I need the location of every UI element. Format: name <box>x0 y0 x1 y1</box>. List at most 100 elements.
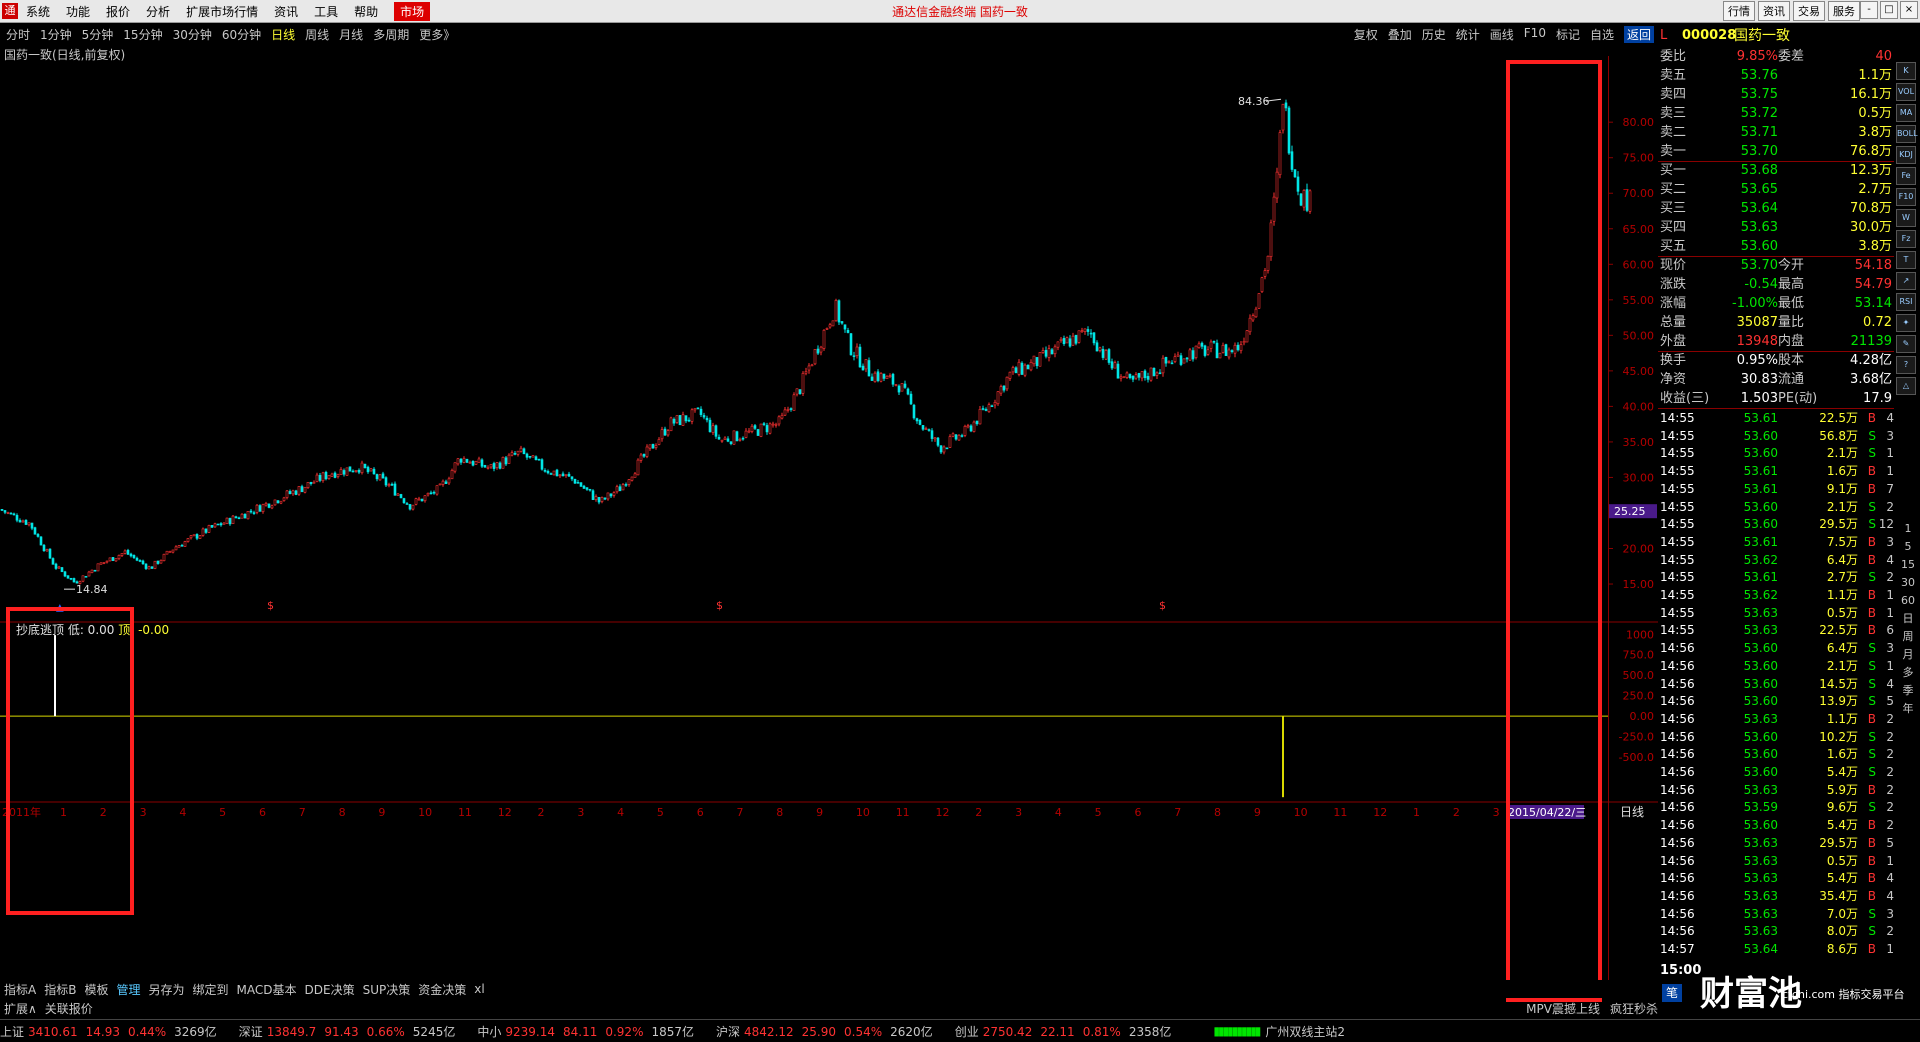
period-tab-2[interactable]: 5分钟 <box>82 26 114 43</box>
menu-8[interactable]: 市场 <box>394 1 431 21</box>
indicator-tab-5[interactable]: 绑定到 <box>193 981 229 998</box>
period-tab-8[interactable]: 月线 <box>339 26 363 43</box>
candle-body <box>708 419 712 433</box>
side-timeframe-4[interactable]: 60 <box>1898 592 1918 610</box>
close-icon[interactable]: × <box>1900 1 1918 19</box>
order-row: 卖一 53.70 76.8万 <box>1658 143 1894 161</box>
tick-side: B <box>1867 623 1876 638</box>
kline-chart[interactable]: 15.0020.0025.0030.0035.0040.0045.0050.00… <box>0 44 1658 1004</box>
side-icon-6[interactable]: F10 <box>1896 188 1916 206</box>
extension-tab-1[interactable]: 关联报价 <box>45 1000 93 1017</box>
action-1[interactable]: 叠加 <box>1388 26 1412 43</box>
side-timeframe-7[interactable]: 月 <box>1898 646 1918 664</box>
action-0[interactable]: 复权 <box>1354 26 1378 43</box>
indicator-tab-7[interactable]: DDE决策 <box>305 981 355 998</box>
side-timeframe-1[interactable]: 5 <box>1898 538 1918 556</box>
tick-row: 14:55 53.61 1.6万 B 1 <box>1658 462 1894 480</box>
top-button-2[interactable]: 交易 <box>1793 1 1825 21</box>
action-4[interactable]: 画线 <box>1490 26 1514 43</box>
index-0[interactable]: 上证 3410.61 14.93 0.44% 3269亿 <box>0 1023 225 1040</box>
period-tab-4[interactable]: 30分钟 <box>173 26 212 43</box>
side-timeframe-10[interactable]: 年 <box>1898 700 1918 718</box>
index-3[interactable]: 沪深 4842.12 25.90 0.54% 2620亿 <box>716 1023 941 1040</box>
server-name[interactable]: 广州双线主站2 <box>1265 1023 1345 1040</box>
menu-6[interactable]: 工具 <box>314 3 338 20</box>
indicator-tab-1[interactable]: 指标B <box>44 981 76 998</box>
side-timeframe-8[interactable]: 多 <box>1898 664 1918 682</box>
side-icon-2[interactable]: MA <box>1896 104 1916 122</box>
quote-value: -0.54 <box>1744 277 1778 292</box>
quote-value: 1.503 <box>1740 391 1778 406</box>
minimize-icon[interactable]: - <box>1860 1 1878 19</box>
side-icon-14[interactable]: ? <box>1896 356 1916 374</box>
indicator-tab-0[interactable]: 指标A <box>4 981 36 998</box>
side-icon-9[interactable]: T <box>1896 251 1916 269</box>
index-2[interactable]: 中小 9239.14 84.11 0.92% 1857亿 <box>477 1023 702 1040</box>
indicator-tab-8[interactable]: SUP决策 <box>363 981 411 998</box>
top-button-1[interactable]: 资讯 <box>1758 1 1790 21</box>
candle-body <box>1167 361 1171 363</box>
side-timeframe-5[interactable]: 日 <box>1898 610 1918 628</box>
indicator-tab-2[interactable]: 模板 <box>84 981 108 998</box>
side-icon-3[interactable]: BOLL <box>1896 125 1918 143</box>
action-7[interactable]: 自选 <box>1590 26 1614 43</box>
promo-tab-0[interactable]: MPV震撼上线 <box>1526 1000 1600 1017</box>
top-button-3[interactable]: 服务 <box>1828 1 1860 21</box>
quote-row: 总量 35087 量比 0.72 <box>1658 314 1894 332</box>
side-icon-8[interactable]: Fz <box>1896 230 1916 248</box>
candle-body <box>315 474 319 482</box>
side-icon-15[interactable]: △ <box>1896 377 1916 395</box>
side-timeframe-9[interactable]: 季 <box>1898 682 1918 700</box>
period-tab-6[interactable]: 日线 <box>271 26 295 43</box>
maximize-icon[interactable]: □ <box>1880 1 1898 19</box>
side-icon-7[interactable]: W <box>1896 209 1916 227</box>
menu-1[interactable]: 功能 <box>66 3 90 20</box>
action-8[interactable]: 返回 <box>1623 26 1654 43</box>
promo-tab-1[interactable]: 疯狂秒杀 <box>1610 1000 1658 1017</box>
period-tab-10[interactable]: 更多》 <box>419 26 455 43</box>
stock-code: 000028 <box>1682 28 1737 43</box>
action-2[interactable]: 历史 <box>1422 26 1446 43</box>
index-4[interactable]: 创业 2750.42 22.11 0.81% 2358亿 <box>955 1023 1180 1040</box>
menu-4[interactable]: 扩展市场行情 <box>186 3 258 20</box>
period-tab-3[interactable]: 15分钟 <box>123 26 162 43</box>
period-tab-9[interactable]: 多周期 <box>373 26 409 43</box>
top-button-0[interactable]: 行情 <box>1723 1 1755 21</box>
period-tab-1[interactable]: 1分钟 <box>40 26 72 43</box>
side-icon-5[interactable]: Fe <box>1896 167 1916 185</box>
indicator-tab-3[interactable]: 管理 <box>116 981 140 998</box>
side-icon-4[interactable]: KDJ <box>1896 146 1916 164</box>
action-3[interactable]: 统计 <box>1456 26 1480 43</box>
side-icon-12[interactable]: ✦ <box>1896 314 1916 332</box>
indicator-tab-6[interactable]: MACD基本 <box>237 981 297 998</box>
menu-5[interactable]: 资讯 <box>274 3 298 20</box>
side-icon-0[interactable]: K <box>1896 62 1916 80</box>
indicator-tab-9[interactable]: 资金决策 <box>418 981 466 998</box>
side-timeframe-2[interactable]: 15 <box>1898 556 1918 574</box>
action-5[interactable]: F10 <box>1524 26 1546 43</box>
menu-2[interactable]: 报价 <box>106 3 130 20</box>
side-icon-10[interactable]: ↗ <box>1896 272 1916 290</box>
period-tab-7[interactable]: 周线 <box>305 26 329 43</box>
side-timeframe-3[interactable]: 30 <box>1898 574 1918 592</box>
extension-tab-0[interactable]: 扩展∧ <box>4 1000 37 1017</box>
side-timeframe-6[interactable]: 周 <box>1898 628 1918 646</box>
tick-tab[interactable]: 笔 <box>1662 983 1683 1002</box>
indicator-tab-10[interactable]: xl <box>474 982 484 996</box>
menu-7[interactable]: 帮助 <box>354 3 378 20</box>
index-1[interactable]: 深证 13849.7 91.43 0.66% 5245亿 <box>239 1023 464 1040</box>
side-timeframe-0[interactable]: 1 <box>1898 520 1918 538</box>
period-tab-0[interactable]: 分时 <box>6 26 30 43</box>
action-6[interactable]: 标记 <box>1556 26 1580 43</box>
side-icon-1[interactable]: VOL <box>1896 83 1916 101</box>
indicator-tab-4[interactable]: 另存为 <box>148 981 184 998</box>
period-tab-5[interactable]: 60分钟 <box>222 26 261 43</box>
side-icon-13[interactable]: ✎ <box>1896 335 1916 353</box>
menu-0[interactable]: 系统 <box>26 3 50 20</box>
index-value: 0.81% <box>1082 1024 1121 1039</box>
candle-body <box>981 408 985 410</box>
x-tick-label: 2 <box>975 806 982 819</box>
candle-body <box>912 404 916 419</box>
side-icon-11[interactable]: RSI <box>1896 293 1916 311</box>
menu-3[interactable]: 分析 <box>146 3 170 20</box>
